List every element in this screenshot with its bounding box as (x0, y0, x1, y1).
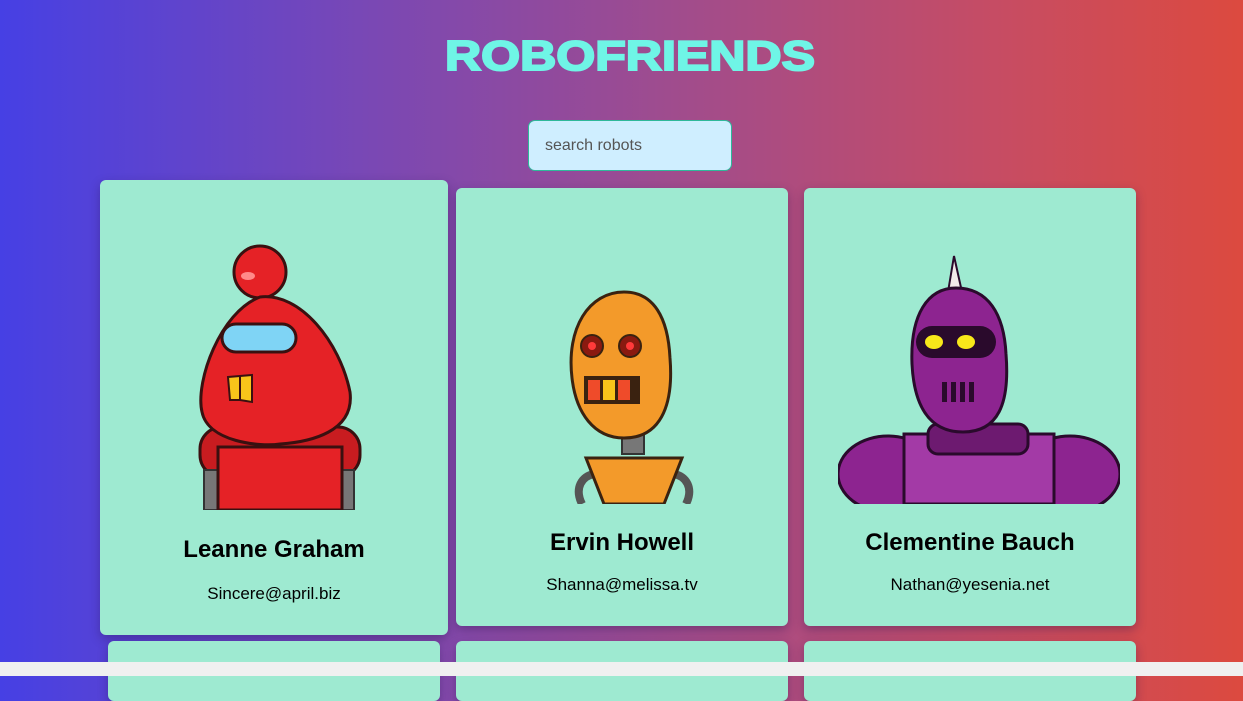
search-input[interactable] (528, 120, 732, 171)
robot-image (198, 244, 362, 510)
robot-card[interactable]: Leanne Graham Sincere@april.biz (100, 180, 448, 635)
robot-email: Nathan@yesenia.net (890, 575, 1050, 594)
robot-name: Leanne Graham (183, 536, 365, 563)
robot-card[interactable]: Clementine Bauch Nathan@yesenia.net (804, 188, 1136, 626)
robot-card[interactable]: Ervin Howell Shanna@melissa.tv (456, 188, 788, 626)
robot-name: Clementine Bauch (865, 529, 1075, 556)
app-title: ROBOFRIENDS (444, 36, 816, 74)
svg-text:ROBOFRIENDS: ROBOFRIENDS (445, 36, 815, 74)
robot-email: Shanna@melissa.tv (546, 575, 698, 594)
robot-image (569, 290, 694, 504)
robot-email: Sincere@april.biz (207, 584, 341, 603)
robot-image (838, 255, 1120, 504)
horizontal-scrollbar[interactable] (0, 662, 1243, 676)
robot-name: Ervin Howell (549, 529, 695, 556)
